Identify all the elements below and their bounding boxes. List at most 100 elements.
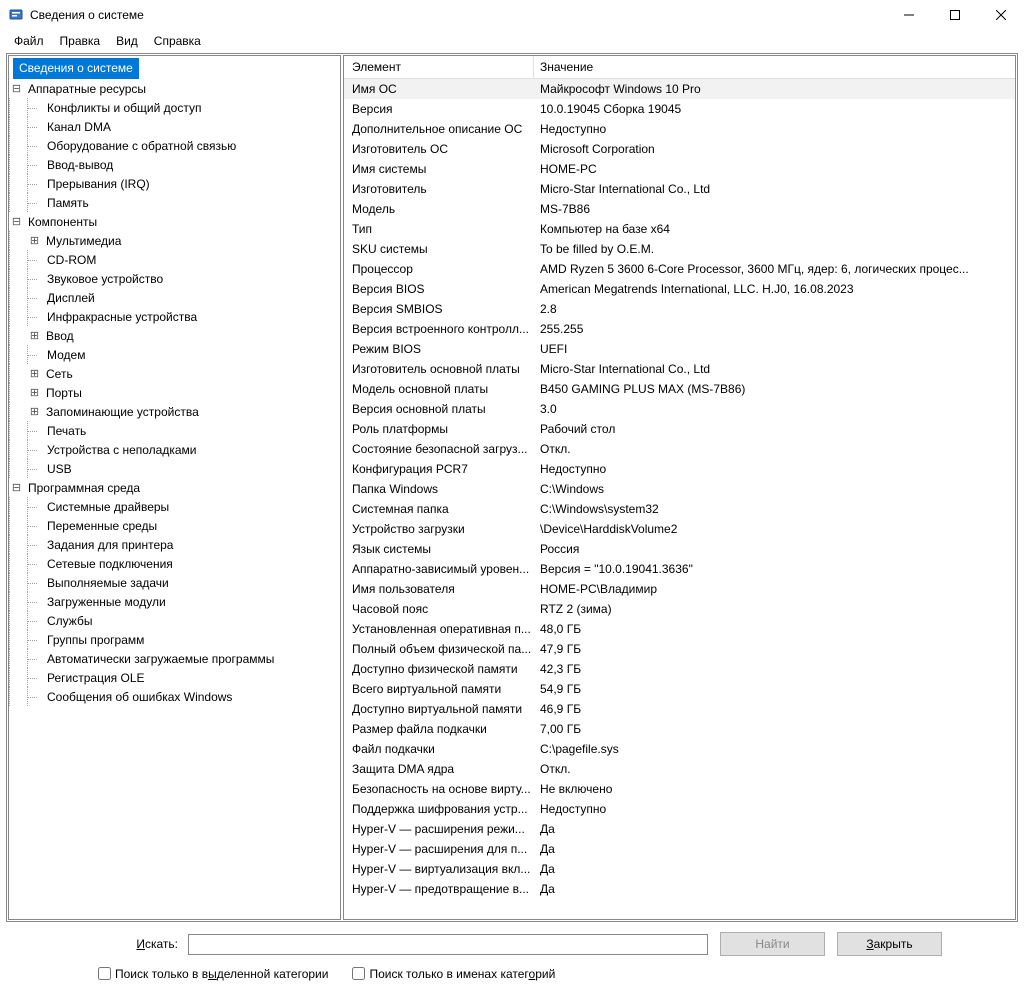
detail-row[interactable]: Имя ОСМайкрософт Windows 10 Pro	[344, 79, 1015, 99]
detail-row[interactable]: ИзготовительMicro-Star International Co.…	[344, 179, 1015, 199]
tree-sw-item[interactable]: Выполняемые задачи	[9, 573, 340, 592]
tree-sw-item[interactable]: Службы	[9, 611, 340, 630]
detail-row[interactable]: Поддержка шифрования устр...Недоступно	[344, 799, 1015, 819]
tree-comp-item[interactable]: Дисплей	[9, 288, 340, 307]
tree-comp-item[interactable]: ⊞Запоминающие устройства	[9, 402, 340, 421]
tree-toggle-icon[interactable]: ⊟	[9, 481, 24, 494]
tree-toggle-icon[interactable]: ⊞	[27, 405, 42, 418]
tree-comp-item[interactable]: CD-ROM	[9, 250, 340, 269]
minimize-button[interactable]	[886, 0, 932, 30]
tree-comp-item[interactable]: USB	[9, 459, 340, 478]
tree-comp-item[interactable]: Устройства с неполадками	[9, 440, 340, 459]
detail-row[interactable]: Доступно виртуальной памяти46,9 ГБ	[344, 699, 1015, 719]
detail-panel[interactable]: Элемент Значение Имя ОСМайкрософт Window…	[343, 55, 1016, 920]
detail-row[interactable]: Доступно физической памяти42,3 ГБ	[344, 659, 1015, 679]
detail-row[interactable]: Всего виртуальной памяти54,9 ГБ	[344, 679, 1015, 699]
detail-row[interactable]: Версия встроенного контролл...255.255	[344, 319, 1015, 339]
chk-selected-category-box[interactable]	[98, 967, 111, 980]
detail-row[interactable]: Hyper-V — расширения для п...Да	[344, 839, 1015, 859]
detail-row[interactable]: Аппаратно-зависимый уровен...Версия = "1…	[344, 559, 1015, 579]
detail-row[interactable]: Роль платформыРабочий стол	[344, 419, 1015, 439]
tree-sw-item[interactable]: Автоматически загружаемые программы	[9, 649, 340, 668]
tree-sw-item[interactable]: Системные драйверы	[9, 497, 340, 516]
detail-row[interactable]: Язык системыРоссия	[344, 539, 1015, 559]
detail-row[interactable]: Изготовитель основной платыMicro-Star In…	[344, 359, 1015, 379]
tree-sw-item[interactable]: Задания для принтера	[9, 535, 340, 554]
close-button[interactable]	[978, 0, 1024, 30]
detail-row[interactable]: Изготовитель ОСMicrosoft Corporation	[344, 139, 1015, 159]
tree-sw-item[interactable]: Переменные среды	[9, 516, 340, 535]
menu-file[interactable]: Файл	[6, 32, 52, 50]
detail-row[interactable]: Режим BIOSUEFI	[344, 339, 1015, 359]
tree-comp-item[interactable]: Инфракрасные устройства	[9, 307, 340, 326]
detail-row[interactable]: Конфигурация PCR7Недоступно	[344, 459, 1015, 479]
tree-components[interactable]: ⊟Компоненты	[9, 212, 340, 231]
detail-row[interactable]: Версия10.0.19045 Сборка 19045	[344, 99, 1015, 119]
detail-row[interactable]: Hyper-V — виртуализация вкл...Да	[344, 859, 1015, 879]
tree-sw-item[interactable]: Регистрация OLE	[9, 668, 340, 687]
tree-root[interactable]: Сведения о системе	[13, 58, 139, 79]
detail-row[interactable]: Безопасность на основе вирту...Не включе…	[344, 779, 1015, 799]
find-button[interactable]: Найти	[720, 932, 825, 956]
menu-view[interactable]: Вид	[108, 32, 146, 50]
tree-toggle-icon[interactable]: ⊟	[9, 215, 24, 228]
tree-toggle-icon[interactable]: ⊞	[27, 234, 42, 247]
tree-hw-item[interactable]: Оборудование с обратной связью	[9, 136, 340, 155]
chk-category-names[interactable]: Поиск только в именах категорий	[348, 964, 555, 983]
detail-row[interactable]: Hyper-V — расширения режи...Да	[344, 819, 1015, 839]
detail-row[interactable]: Имя системыHOME-PC	[344, 159, 1015, 179]
tree-sw-item[interactable]: Загруженные модули	[9, 592, 340, 611]
chk-selected-category[interactable]: Поиск только в выделенной категории	[94, 964, 328, 983]
close-search-button[interactable]: Закрыть	[837, 932, 942, 956]
tree-comp-item[interactable]: ⊞Порты	[9, 383, 340, 402]
tree-comp-item[interactable]: Печать	[9, 421, 340, 440]
detail-row[interactable]: ТипКомпьютер на базе x64	[344, 219, 1015, 239]
detail-row[interactable]: Защита DMA ядраОткл.	[344, 759, 1015, 779]
detail-row[interactable]: Версия основной платы3.0	[344, 399, 1015, 419]
tree-toggle-icon[interactable]: ⊟	[9, 82, 24, 95]
detail-row[interactable]: Часовой поясRTZ 2 (зима)	[344, 599, 1015, 619]
tree-comp-item[interactable]: ⊞Мультимедиа	[9, 231, 340, 250]
detail-row[interactable]: ПроцессорAMD Ryzen 5 3600 6-Core Process…	[344, 259, 1015, 279]
detail-row[interactable]: SKU системыTo be filled by O.E.M.	[344, 239, 1015, 259]
detail-row[interactable]: Устройство загрузки\Device\HarddiskVolum…	[344, 519, 1015, 539]
tree-software[interactable]: ⊟Программная среда	[9, 478, 340, 497]
chk-category-names-box[interactable]	[352, 967, 365, 980]
tree-hw-item[interactable]: Прерывания (IRQ)	[9, 174, 340, 193]
tree-toggle-icon[interactable]: ⊞	[27, 329, 42, 342]
tree-sw-item[interactable]: Сообщения об ошибках Windows	[9, 687, 340, 706]
tree-comp-item[interactable]: ⊞Ввод	[9, 326, 340, 345]
detail-row[interactable]: Hyper-V — предотвращение в...Да	[344, 879, 1015, 899]
menu-help[interactable]: Справка	[146, 32, 209, 50]
detail-row[interactable]: Установленная оперативная п...48,0 ГБ	[344, 619, 1015, 639]
detail-row[interactable]: Состояние безопасной загруз...Откл.	[344, 439, 1015, 459]
col-value[interactable]: Значение	[534, 56, 1015, 78]
detail-row[interactable]: Файл подкачкиC:\pagefile.sys	[344, 739, 1015, 759]
tree-sw-item[interactable]: Сетевые подключения	[9, 554, 340, 573]
detail-row[interactable]: МодельMS-7B86	[344, 199, 1015, 219]
tree-sw-item[interactable]: Группы программ	[9, 630, 340, 649]
tree-hw-item[interactable]: Конфликты и общий доступ	[9, 98, 340, 117]
tree-toggle-icon[interactable]: ⊞	[27, 386, 42, 399]
maximize-button[interactable]	[932, 0, 978, 30]
detail-row[interactable]: Полный объем физической па...47,9 ГБ	[344, 639, 1015, 659]
detail-row[interactable]: Размер файла подкачки7,00 ГБ	[344, 719, 1015, 739]
tree-panel[interactable]: Сведения о системе ⊟Аппаратные ресурсыКо…	[8, 55, 341, 920]
detail-row[interactable]: Папка WindowsC:\Windows	[344, 479, 1015, 499]
tree-hw-item[interactable]: Ввод-вывод	[9, 155, 340, 174]
tree-hardware[interactable]: ⊟Аппаратные ресурсы	[9, 79, 340, 98]
search-input[interactable]	[188, 934, 708, 955]
detail-row[interactable]: Дополнительное описание ОСНедоступно	[344, 119, 1015, 139]
detail-row[interactable]: Модель основной платыB450 GAMING PLUS MA…	[344, 379, 1015, 399]
tree-toggle-icon[interactable]: ⊞	[27, 367, 42, 380]
tree-comp-item[interactable]: ⊞Сеть	[9, 364, 340, 383]
tree-hw-item[interactable]: Канал DMA	[9, 117, 340, 136]
tree-hw-item[interactable]: Память	[9, 193, 340, 212]
detail-row[interactable]: Версия BIOSAmerican Megatrends Internati…	[344, 279, 1015, 299]
tree-comp-item[interactable]: Звуковое устройство	[9, 269, 340, 288]
tree-comp-item[interactable]: Модем	[9, 345, 340, 364]
detail-row[interactable]: Системная папкаC:\Windows\system32	[344, 499, 1015, 519]
detail-row[interactable]: Версия SMBIOS2.8	[344, 299, 1015, 319]
col-element[interactable]: Элемент	[344, 56, 534, 78]
menu-edit[interactable]: Правка	[52, 32, 109, 50]
